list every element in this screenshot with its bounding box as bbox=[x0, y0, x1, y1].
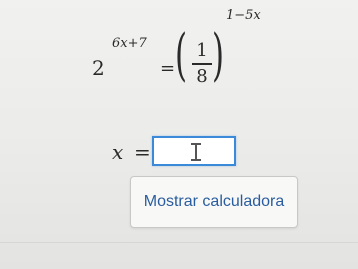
fraction-bar bbox=[192, 63, 212, 65]
answer-input[interactable] bbox=[152, 136, 236, 166]
text-cursor-icon bbox=[191, 143, 201, 161]
show-calculator-label: Mostrar calculadora bbox=[143, 193, 285, 210]
equation-equals-sign: = bbox=[160, 58, 176, 79]
fraction-denominator: 8 bbox=[196, 66, 208, 87]
answer-equals-sign: = bbox=[134, 140, 151, 164]
equation-base: 2 bbox=[92, 56, 105, 80]
answer-row: x = bbox=[112, 136, 252, 170]
show-calculator-button[interactable]: Mostrar calculadora bbox=[130, 176, 298, 228]
equation-base-exponent: 6x+7 bbox=[112, 36, 147, 51]
equation-fraction: 1 8 bbox=[192, 40, 212, 88]
equation-outer-exponent: 1−5x bbox=[226, 8, 261, 23]
divider bbox=[0, 242, 358, 243]
equation: 2 6x+7 = ( 1 8 ) 1−5x bbox=[0, 0, 358, 110]
fraction-numerator: 1 bbox=[196, 40, 208, 61]
left-parenthesis: ( bbox=[175, 23, 188, 88]
right-parenthesis: ) bbox=[212, 23, 225, 88]
answer-variable: x bbox=[112, 140, 124, 164]
